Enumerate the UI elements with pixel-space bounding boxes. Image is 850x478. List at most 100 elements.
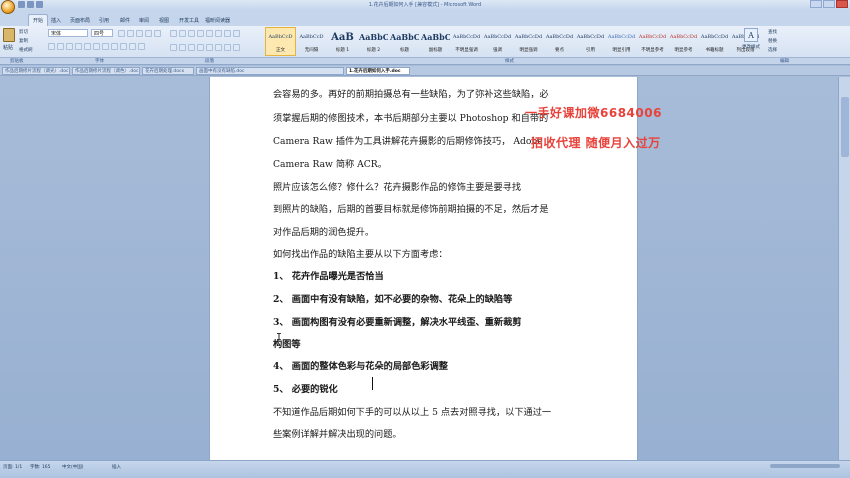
tab-view[interactable]: 视图 xyxy=(159,17,169,24)
align-right-icon[interactable] xyxy=(188,44,195,51)
tab-foxit-reader[interactable]: 福昕阅读器 xyxy=(205,17,230,24)
document-line: 3、 画面构图有没有必要重新调整，解决水平线歪、重新裁剪 xyxy=(273,317,522,328)
show-marks-icon[interactable] xyxy=(233,30,240,37)
style-item[interactable]: AaBbC 标题 xyxy=(389,27,420,56)
scrollbar-thumb[interactable] xyxy=(841,97,849,157)
doc-tab-active[interactable]: 1.花卉后期如何入手.doc xyxy=(346,67,410,75)
select-button[interactable]: 选择 xyxy=(768,47,777,53)
clipboard-commands: 剪切 复制 格式刷 xyxy=(19,29,33,53)
word-count[interactable]: 字数: 165 xyxy=(30,464,51,470)
style-name: 无间隔 xyxy=(304,48,319,53)
style-item[interactable]: AaBbCcDd 明显参考 xyxy=(668,27,699,56)
style-item[interactable]: AaBbCcDd 引用 xyxy=(575,27,606,56)
change-case-icon[interactable] xyxy=(102,43,109,50)
justify-icon[interactable] xyxy=(197,44,204,51)
style-item[interactable]: AaBbCcDd 书籍标题 xyxy=(699,27,730,56)
document-line: 不知道作品后期如何下手的可以从以上 5 点去对照寻找，以下通过一 xyxy=(273,407,552,418)
format-painter-button[interactable]: 格式刷 xyxy=(19,47,33,53)
style-item[interactable]: AaBbC 副标题 xyxy=(420,27,451,56)
borders-icon[interactable] xyxy=(233,44,240,51)
style-item[interactable]: AaBbCcDd 明显引用 xyxy=(606,27,637,56)
tab-home[interactable]: 开始 xyxy=(28,14,49,26)
doc-tab[interactable]: 画面中有没有缺陷.doc xyxy=(196,67,344,75)
style-item[interactable]: AaBbCcDd 强调 xyxy=(482,27,513,56)
zoom-slider[interactable] xyxy=(770,464,840,468)
office-button[interactable] xyxy=(1,0,15,14)
insert-mode[interactable]: 插入 xyxy=(112,464,121,470)
distribute-icon[interactable] xyxy=(206,44,213,51)
cut-button[interactable]: 剪切 xyxy=(19,29,33,35)
italic-icon[interactable] xyxy=(57,43,64,50)
tab-page-layout[interactable]: 页面布局 xyxy=(70,17,90,24)
grow-font-icon[interactable] xyxy=(118,30,125,37)
shrink-font-icon[interactable] xyxy=(127,30,134,37)
phonetic-icon[interactable] xyxy=(145,30,152,37)
tab-developer[interactable]: 开发工具 xyxy=(179,17,199,24)
tab-review[interactable]: 审阅 xyxy=(139,17,149,24)
style-name: 强调 xyxy=(493,48,502,53)
numbering-icon[interactable] xyxy=(179,30,186,37)
language[interactable]: 中文(中国) xyxy=(62,464,84,470)
tab-insert[interactable]: 插入 xyxy=(51,17,61,24)
style-item[interactable]: AaBbCcDd 不明显参考 xyxy=(637,27,668,56)
sort-icon[interactable] xyxy=(224,30,231,37)
enclose-char-icon[interactable] xyxy=(138,43,145,50)
style-sample: AaBbC xyxy=(421,32,451,42)
font-name-select[interactable]: 宋体 xyxy=(48,29,88,37)
style-item[interactable]: AaBbCcD 正文 xyxy=(265,27,296,56)
char-shading-icon[interactable] xyxy=(129,43,136,50)
replace-button[interactable]: 替换 xyxy=(768,38,777,44)
doc-tab[interactable]: 作品后期修片流程（调色）.doc xyxy=(72,67,140,75)
highlight-icon[interactable] xyxy=(111,43,118,50)
font-color-icon[interactable] xyxy=(120,43,127,50)
style-item[interactable]: AaBbCcDd 不明显强调 xyxy=(451,27,482,56)
style-item[interactable]: AaBbCcDd 要点 xyxy=(544,27,575,56)
document-tabs: 作品后期修片流程（调光）.doc 作品后期修片流程（调色）.doc 花卉后期处理… xyxy=(0,66,850,76)
maximize-button[interactable] xyxy=(823,0,835,8)
underline-icon[interactable] xyxy=(66,43,73,50)
document-line: 会容易的多。再好的前期拍摄总有一些缺陷，为了弥补这些缺陷，必 xyxy=(273,89,549,100)
style-item[interactable]: AaB 标题 1 xyxy=(327,27,358,56)
shading-icon[interactable] xyxy=(224,44,231,51)
paste-button[interactable]: 粘贴 xyxy=(3,28,17,54)
strikethrough-icon[interactable] xyxy=(75,43,82,50)
group-label-styles: 样式 xyxy=(505,59,514,64)
doc-tab[interactable]: 花卉后期处理.docx xyxy=(142,67,194,75)
style-name: 标题 xyxy=(400,48,409,53)
align-left-icon[interactable] xyxy=(170,44,177,51)
style-sample: AaBbCcDd xyxy=(700,34,729,40)
char-border-icon[interactable] xyxy=(154,30,161,37)
doc-tab[interactable]: 作品后期修片流程（调光）.doc xyxy=(2,67,70,75)
style-item[interactable]: AaBbCcDd 明显强调 xyxy=(513,27,544,56)
style-name: 引用 xyxy=(586,48,595,53)
tab-mailings[interactable]: 邮件 xyxy=(120,17,130,24)
watermark-line-2: 招收代理 随便月入过万 xyxy=(531,136,661,150)
line-spacing-icon[interactable] xyxy=(215,44,222,51)
copy-button[interactable]: 复制 xyxy=(19,38,33,44)
bullets-icon[interactable] xyxy=(170,30,177,37)
superscript-icon[interactable] xyxy=(93,43,100,50)
style-item[interactable]: AaBbC 标题 2 xyxy=(358,27,389,56)
editing-commands: 查找 替换 选择 xyxy=(768,29,777,53)
minimize-button[interactable] xyxy=(810,0,822,8)
subscript-icon[interactable] xyxy=(84,43,91,50)
change-styles-button[interactable]: A 更改样式 xyxy=(738,28,764,50)
align-center-icon[interactable] xyxy=(179,44,186,51)
clear-format-icon[interactable] xyxy=(136,30,143,37)
status-bar: 页面: 1/1 字数: 165 中文(中国) 插入 xyxy=(0,460,850,478)
tab-references[interactable]: 引用 xyxy=(99,17,109,24)
chinese-layout-icon[interactable] xyxy=(215,30,222,37)
close-button[interactable] xyxy=(836,0,848,8)
page-count[interactable]: 页面: 1/1 xyxy=(3,464,22,470)
multilevel-list-icon[interactable] xyxy=(188,30,195,37)
styles-gallery: AaBbCcD 正文 AaBbCcD 无间隔 AaB 标题 1 AaBbC 标题 2 AaBbC… xyxy=(265,27,761,56)
bold-icon[interactable] xyxy=(48,43,55,50)
vertical-scrollbar[interactable] xyxy=(838,77,850,460)
decrease-indent-icon[interactable] xyxy=(197,30,204,37)
find-button[interactable]: 查找 xyxy=(768,29,777,35)
font-size-select[interactable]: 四号 xyxy=(91,29,113,37)
change-styles-icon: A xyxy=(744,28,758,42)
style-item[interactable]: AaBbCcD 无间隔 xyxy=(296,27,327,56)
style-name: 明显参考 xyxy=(674,48,693,53)
increase-indent-icon[interactable] xyxy=(206,30,213,37)
